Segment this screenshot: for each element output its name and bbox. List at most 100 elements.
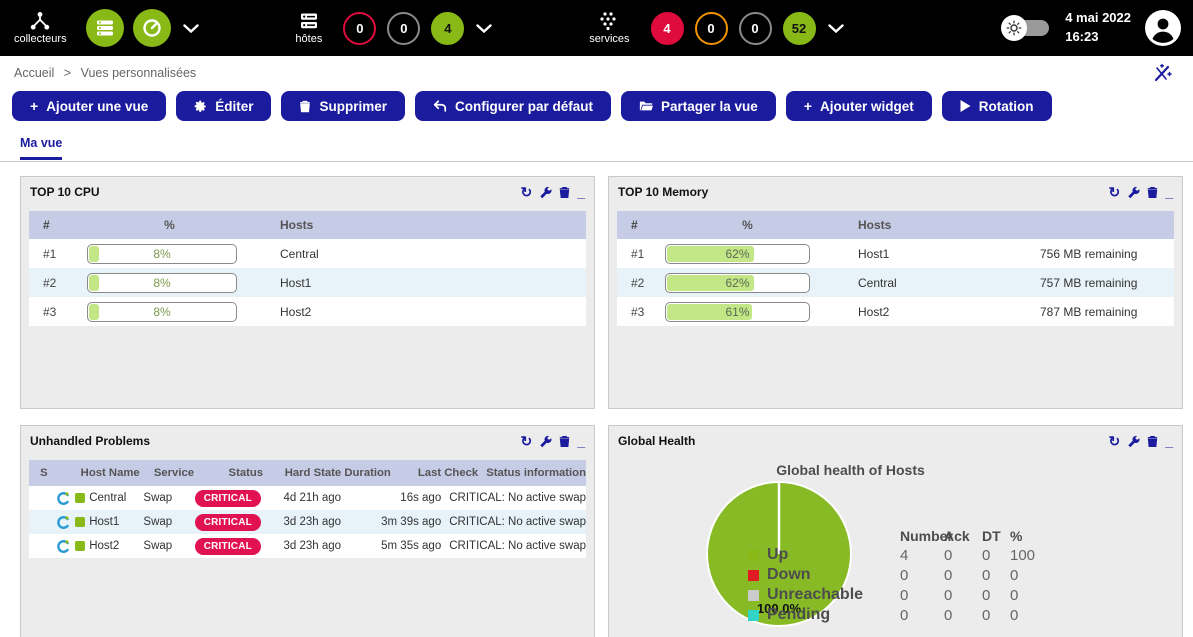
widget-header: TOP 10 Memory ↻ _ — [609, 177, 1182, 207]
up-swatch-icon — [748, 550, 759, 561]
table-row[interactable]: #2 8% Host1 — [29, 268, 586, 297]
hosts-menu[interactable]: hôtes — [295, 11, 322, 45]
host-name[interactable]: Host2 — [89, 540, 119, 552]
chart-title: Global health of Hosts — [609, 456, 1182, 478]
trash-icon[interactable] — [559, 186, 570, 199]
plus-icon: + — [30, 98, 38, 114]
trash-icon[interactable] — [1147, 186, 1158, 199]
services-critical-counter[interactable]: 4 — [651, 12, 684, 45]
memory-usage-bar: 62% — [665, 244, 810, 264]
host-name[interactable]: Host1 — [252, 276, 586, 290]
service-name[interactable]: Swap — [143, 516, 194, 528]
minimize-icon[interactable]: _ — [577, 185, 585, 199]
wrench-icon[interactable] — [1127, 186, 1140, 199]
pollers-label: collecteurs — [14, 33, 67, 45]
host-name[interactable]: Host2 — [830, 305, 1040, 319]
breadcrumb-current[interactable]: Vues personnalisées — [81, 66, 197, 80]
delete-view-button[interactable]: Supprimer — [281, 91, 405, 121]
table-row[interactable]: #1 62% Host1 756 MB remaining — [617, 239, 1174, 268]
problem-row[interactable]: Host1 Swap CRITICAL 3d 23h ago 3m 39s ag… — [29, 510, 586, 534]
table-row[interactable]: #3 61% Host2 787 MB remaining — [617, 297, 1174, 326]
host-name[interactable]: Host1 — [89, 516, 119, 528]
unreachable-swatch-icon — [748, 590, 759, 601]
widget-top-10-cpu: TOP 10 CPU ↻ _ # % Hosts #1 8% Ce — [20, 176, 595, 409]
top-bar: collecteurs hôtes 0 0 — [0, 0, 1193, 56]
edit-mode-wand-button[interactable] — [1153, 63, 1173, 83]
host-name[interactable]: Host1 — [830, 247, 1040, 261]
set-default-view-button[interactable]: Configurer par défaut — [415, 91, 611, 121]
services-unknown-counter[interactable]: 0 — [739, 12, 772, 45]
table-header: # % Hosts — [617, 211, 1174, 239]
hosts-expand-chevron[interactable] — [476, 24, 492, 33]
memory-remaining: 787 MB remaining — [1040, 305, 1174, 319]
widget-title: Unhandled Problems — [30, 434, 150, 448]
services-expand-chevron[interactable] — [828, 24, 844, 33]
gear-icon — [194, 100, 207, 113]
cpu-usage-bar: 8% — [87, 244, 237, 264]
host-up-square-icon — [75, 541, 85, 551]
host-name[interactable]: Central — [252, 247, 586, 261]
play-icon — [960, 100, 971, 112]
refresh-icon[interactable]: ↻ — [1108, 434, 1120, 448]
widget-top-10-memory: TOP 10 Memory ↻ _ # % Hosts #1 6 — [608, 176, 1183, 409]
hosts-unreachable-counter[interactable]: 0 — [387, 12, 420, 45]
widget-body: # % Hosts #1 8% Central #2 8% Host1 #3 8… — [29, 211, 586, 326]
add-view-button[interactable]: + Ajouter une vue — [12, 91, 166, 121]
refresh-icon[interactable]: ↻ — [520, 434, 532, 448]
host-name[interactable]: Central — [830, 276, 1040, 290]
pollers-expand-chevron[interactable] — [183, 24, 199, 33]
widget-header: Unhandled Problems ↻ _ — [21, 426, 594, 456]
service-name[interactable]: Swap — [143, 540, 194, 552]
share-view-button[interactable]: Partager la vue — [621, 91, 776, 121]
add-widget-button[interactable]: + Ajouter widget — [786, 91, 932, 121]
table-row[interactable]: #1 8% Central — [29, 239, 586, 268]
cpu-usage-bar: 8% — [87, 273, 237, 293]
minimize-icon[interactable]: _ — [1165, 434, 1173, 448]
widget-body: S Host Name Service Status Hard State Du… — [29, 460, 586, 558]
tab-ma-vue[interactable]: Ma vue — [20, 136, 62, 160]
theme-toggle[interactable] — [1005, 20, 1049, 36]
memory-usage-bar: 61% — [665, 302, 810, 322]
trash-icon[interactable] — [1147, 435, 1158, 448]
breadcrumb-home[interactable]: Accueil — [14, 66, 54, 80]
date-text: 4 mai 2022 — [1065, 9, 1131, 28]
wrench-icon[interactable] — [1127, 435, 1140, 448]
hosts-up-counter[interactable]: 4 — [431, 12, 464, 45]
refresh-icon[interactable]: ↻ — [1108, 185, 1120, 199]
hard-state-duration: 3d 23h ago — [261, 516, 363, 528]
last-check: 16s ago — [363, 492, 441, 504]
latency-gauge-button[interactable] — [133, 9, 171, 47]
services-warning-counter[interactable]: 0 — [695, 12, 728, 45]
status-badge: CRITICAL — [195, 514, 261, 531]
down-swatch-icon — [748, 570, 759, 581]
problem-row[interactable]: Central Swap CRITICAL 4d 21h ago 16s ago… — [29, 486, 586, 510]
minimize-icon[interactable]: _ — [577, 434, 585, 448]
trash-icon[interactable] — [559, 435, 570, 448]
user-icon — [1146, 11, 1180, 45]
service-name[interactable]: Swap — [143, 492, 194, 504]
breadcrumb: Accueil > Vues personnalisées — [14, 66, 202, 80]
view-toolbar: + Ajouter une vue Éditer Supprimer Confi… — [0, 90, 1193, 122]
status-badge: CRITICAL — [195, 538, 261, 555]
host-name[interactable]: Host2 — [252, 305, 586, 319]
services-ok-counter[interactable]: 52 — [783, 12, 816, 45]
minimize-icon[interactable]: _ — [1165, 185, 1173, 199]
refresh-icon[interactable]: ↻ — [520, 185, 532, 199]
poller-list-button[interactable] — [86, 9, 124, 47]
wrench-icon[interactable] — [539, 186, 552, 199]
wrench-icon[interactable] — [539, 435, 552, 448]
rotation-button[interactable]: Rotation — [942, 91, 1052, 121]
folder-icon — [639, 100, 653, 112]
edit-view-button[interactable]: Éditer — [176, 91, 271, 121]
hosts-down-counter[interactable]: 0 — [343, 12, 376, 45]
table-row[interactable]: #2 62% Central 757 MB remaining — [617, 268, 1174, 297]
table-row[interactable]: #3 8% Host2 — [29, 297, 586, 326]
centreon-logo-icon — [56, 491, 71, 506]
user-avatar[interactable] — [1145, 10, 1181, 46]
plus-icon: + — [804, 98, 812, 114]
pollers-menu[interactable]: collecteurs — [14, 11, 67, 45]
problem-row[interactable]: Host2 Swap CRITICAL 3d 23h ago 5m 35s ag… — [29, 534, 586, 558]
services-menu[interactable]: services — [589, 11, 629, 45]
host-name[interactable]: Central — [89, 492, 126, 504]
sun-icon — [1006, 20, 1022, 36]
